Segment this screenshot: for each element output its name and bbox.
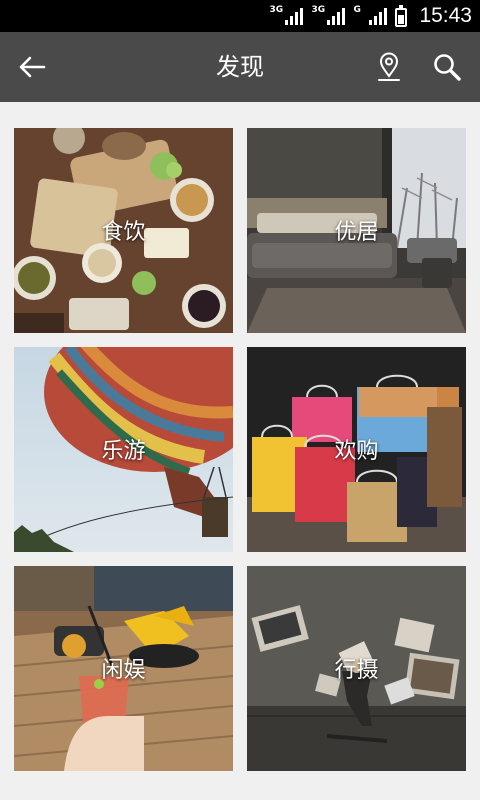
battery-icon xyxy=(395,4,408,27)
signal-g-icon: G xyxy=(353,5,388,27)
network-type-label: 3G xyxy=(269,5,284,15)
location-pin-icon xyxy=(378,52,400,81)
back-arrow-icon xyxy=(19,56,46,78)
category-tile-food[interactable]: 食饮 xyxy=(14,128,233,333)
status-bar: 3G 3G G 15:43 xyxy=(0,0,480,32)
signal-3g-icon: 3G xyxy=(311,5,346,27)
category-tile-leisure[interactable]: 闲娱 xyxy=(14,566,233,771)
search-icon xyxy=(434,54,461,81)
status-icons: 3G 3G G 15:43 xyxy=(269,0,472,32)
category-grid: 食饮 优居 乐游 欢购 闲娱 行摄 xyxy=(14,128,466,772)
category-label: 食饮 xyxy=(101,220,146,245)
network-type-label: 3G xyxy=(311,5,326,15)
search-button[interactable] xyxy=(426,46,468,88)
category-label: 行摄 xyxy=(334,658,379,683)
back-button[interactable] xyxy=(10,45,54,89)
category-tile-shopping[interactable]: 欢购 xyxy=(247,347,466,552)
category-label: 乐游 xyxy=(101,439,146,464)
network-type-label: G xyxy=(353,5,361,15)
category-label: 闲娱 xyxy=(101,658,146,683)
category-tile-photography[interactable]: 行摄 xyxy=(247,566,466,771)
category-tile-travel[interactable]: 乐游 xyxy=(14,347,233,552)
location-button[interactable] xyxy=(368,46,410,88)
signal-3g-icon: 3G xyxy=(269,5,304,27)
page-title: 发现 xyxy=(216,53,264,81)
category-tile-home[interactable]: 优居 xyxy=(247,128,466,333)
category-label: 优居 xyxy=(334,220,379,245)
app-bar: 发现 xyxy=(0,32,480,102)
clock: 15:43 xyxy=(419,4,472,27)
category-label: 欢购 xyxy=(334,439,379,464)
